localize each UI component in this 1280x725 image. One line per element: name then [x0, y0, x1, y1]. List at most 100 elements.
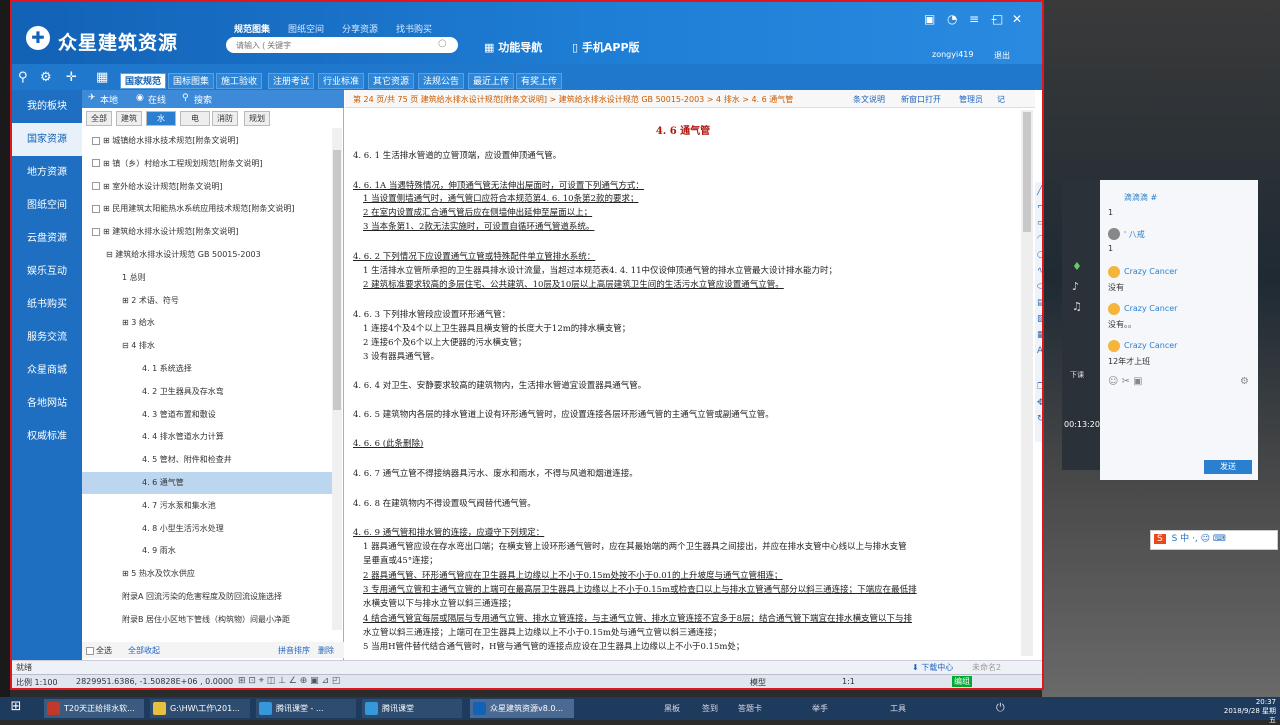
nav-item-books[interactable]: 纸书购买 [12, 288, 82, 321]
tree-item[interactable]: 4. 9 雨水 [82, 540, 332, 562]
cat-tab-all[interactable]: 全部 [86, 111, 112, 126]
nav-item-authority[interactable]: 权威标准 [12, 420, 82, 453]
new-window-button[interactable]: 新窗口打开 [901, 94, 941, 105]
task-item[interactable]: G:\HW\工作\201... [150, 699, 250, 718]
line-tool-icon[interactable]: ╱ [1037, 186, 1042, 196]
function-nav-button[interactable]: ▦ 功能导航 [484, 39, 542, 55]
gear-icon[interactable]: ⚙ [1240, 376, 1249, 387]
arc-tool-icon[interactable]: ◠ [1037, 234, 1042, 244]
tray-blackboard[interactable]: 黑板 [664, 703, 680, 714]
tab-national-atlas[interactable]: 国标图集 [168, 73, 215, 89]
download-center-link[interactable]: ⬇ 下载中心 [912, 662, 953, 673]
tab-regulations[interactable]: 法规公告 [418, 73, 465, 89]
rect-tool-icon[interactable]: ▭ [1037, 218, 1042, 228]
power-icon[interactable]: ⏻ [996, 701, 1005, 715]
delete-link[interactable]: 删除 [318, 645, 334, 656]
tree-item[interactable]: ⊞ 建筑给水排水设计规范[附条文说明] [82, 221, 332, 243]
gear-icon[interactable]: ⚙ [40, 70, 52, 85]
tab-other-resources[interactable]: 其它资源 [368, 73, 415, 89]
music-icon[interactable]: ♫ [1072, 300, 1082, 313]
clock[interactable]: 20:37 2018/9/28 星期五 [1222, 698, 1276, 725]
expand-icon[interactable]: ⊞ [103, 227, 112, 236]
tab-registration-exam[interactable]: 注册考试 [268, 73, 315, 89]
tab-recent-uploads[interactable]: 最近上传 [468, 73, 515, 89]
expand-icon[interactable]: ⊞ [103, 182, 112, 191]
admin-button[interactable]: 管理员 [959, 94, 983, 105]
tree-head-search[interactable]: 搜索 [194, 93, 212, 106]
cat-tab-planning[interactable]: 规划 [244, 111, 270, 126]
task-item[interactable]: 腾讯课堂 [362, 699, 462, 718]
top-tab-drawings[interactable]: 图纸空间 [288, 22, 324, 35]
top-tab-books[interactable]: 找书购买 [396, 22, 432, 35]
scale-readout[interactable]: 比例 1:100 [16, 677, 58, 688]
down-label[interactable]: 下课 [1070, 370, 1084, 380]
ellipse-tool-icon[interactable]: ⬭ [1037, 282, 1042, 292]
nav-item-mall[interactable]: 众星商城 [12, 354, 82, 387]
tree-item[interactable]: 4. 3 管道布置和敷设 [82, 404, 332, 426]
select-all-checkbox[interactable]: 全选 [86, 645, 112, 656]
ratio-readout[interactable]: 1:1 [842, 677, 855, 686]
tree-checkbox[interactable] [92, 159, 100, 168]
cat-tab-fire[interactable]: 消防 [212, 111, 238, 126]
tree-item[interactable]: 4. 7 污水泵和集水池 [82, 495, 332, 517]
model-tab[interactable]: 模型 [750, 677, 766, 688]
ime-toolbar[interactable]: S S 中 ·, ☺ ⌨ [1150, 530, 1278, 550]
copy-tool-icon[interactable]: ❐ [1037, 382, 1042, 392]
tab-construction-acceptance[interactable]: 施工验收 [216, 73, 263, 89]
task-item[interactable]: 众星建筑资源v8.0... [470, 699, 574, 718]
tree-head-online[interactable]: 在线 [148, 93, 166, 106]
tray-raise-hand[interactable]: 举手 [812, 703, 828, 714]
document-scroll-thumb[interactable] [1023, 112, 1031, 232]
mic-icon[interactable]: ♦ [1072, 260, 1082, 273]
search-icon[interactable]: ○ [438, 38, 447, 49]
tree-item[interactable]: ⊟ 4 排水 [82, 335, 332, 357]
tree-item[interactable]: 附录A 回流污染的危害程度及防回流设施选择 [82, 586, 332, 608]
menu-icon[interactable]: ≡ [969, 12, 979, 26]
text-tool-icon[interactable]: A [1037, 346, 1042, 356]
cat-tab-electric[interactable]: 电 [180, 111, 210, 126]
expand-icon[interactable]: ⊞ [103, 136, 112, 145]
cat-tab-building[interactable]: 建筑 [116, 111, 142, 126]
expand-icon[interactable]: ⊞ [122, 318, 131, 327]
expand-icon[interactable]: ⊟ [106, 250, 115, 259]
tree-item[interactable]: 4. 1 系统选择 [82, 358, 332, 380]
tree-item[interactable]: ⊞ 民用建筑太阳能热水系统应用技术规范[附条文说明] [82, 198, 332, 220]
collapse-all-link[interactable]: 全部收起 [128, 645, 160, 656]
mobile-app-button[interactable]: ▯ 手机APP版 [572, 39, 640, 55]
pinyin-sort-link[interactable]: 拼音排序 [278, 645, 310, 656]
table-tool-icon[interactable]: ▦ [1037, 330, 1042, 340]
task-item[interactable]: T20天正给排水软... [44, 699, 144, 718]
search-input[interactable] [226, 37, 458, 53]
move-tool-icon[interactable]: ✥ [1037, 398, 1042, 408]
send-button[interactable]: 发送 [1204, 460, 1252, 474]
tree-item[interactable]: 4. 8 小型生活污水处理 [82, 518, 332, 540]
tab-industry-standards[interactable]: 行业标准 [318, 73, 365, 89]
search-icon[interactable]: ⚲ [18, 70, 28, 85]
block-tool-icon[interactable]: ▤ [1037, 298, 1042, 308]
tree-item[interactable]: ⊞ 3 给水 [82, 312, 332, 334]
tree-checkbox[interactable] [92, 204, 100, 213]
tray-signin[interactable]: 签到 [702, 703, 718, 714]
speaker-icon[interactable]: ♪ [1072, 280, 1079, 293]
expand-icon[interactable]: ⊞ [103, 204, 112, 213]
emoji-icon[interactable]: ☺ ✂ ▣ [1108, 376, 1143, 387]
tree-item[interactable]: 1 总则 [82, 267, 332, 289]
nav-item-cloud[interactable]: 云盘资源 [12, 222, 82, 255]
grid-icon[interactable]: ▦ [96, 70, 108, 85]
nav-item-service[interactable]: 服务交流 [12, 321, 82, 354]
tree-scroll-thumb[interactable] [333, 150, 341, 410]
task-item[interactable]: 腾讯课堂 - ... [256, 699, 356, 718]
cat-tab-water[interactable]: 水 [146, 111, 176, 126]
close-icon[interactable]: ✕ [1012, 12, 1022, 26]
tree-item[interactable]: ⊞ 镇（乡）村给水工程规划规范[附条文说明] [82, 153, 332, 175]
tree-checkbox[interactable] [92, 182, 100, 191]
tree-checkbox[interactable] [92, 227, 100, 236]
tree-item[interactable]: 4. 6 通气管 [82, 472, 332, 494]
tree-head-local[interactable]: 本地 [100, 93, 118, 106]
start-icon[interactable]: ⊞ [4, 699, 28, 718]
clipboard-icon[interactable]: ▣ [924, 12, 935, 26]
tray-tools[interactable]: 工具 [890, 703, 906, 714]
tree-checkbox[interactable] [92, 136, 100, 145]
tree-item[interactable]: ⊞ 城镇给水排水技术规范[附条文说明] [82, 130, 332, 152]
logout-link[interactable]: 退出 [994, 50, 1010, 61]
